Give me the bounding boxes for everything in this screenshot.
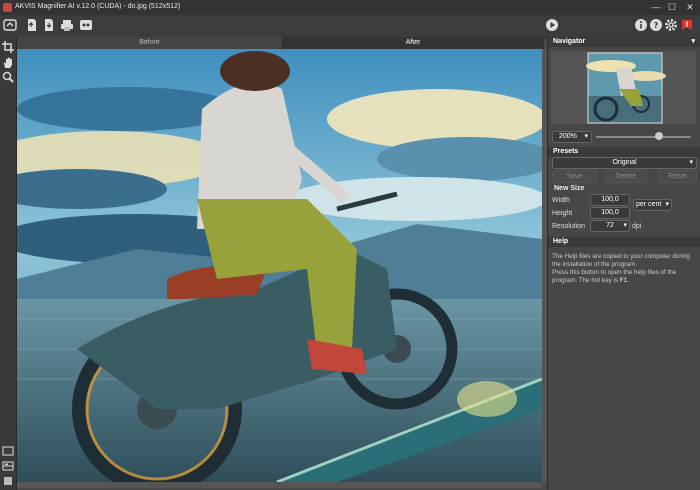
chevron-down-icon: ▾	[623, 222, 627, 229]
delete-preset-button[interactable]: Delete	[605, 170, 647, 183]
chevron-down-icon[interactable]: ▾	[686, 37, 695, 47]
preset-selected-value: Original	[612, 159, 637, 166]
size-unit-value: per cent	[636, 201, 662, 208]
help-line-3: Press this button to open the help files…	[552, 269, 677, 276]
navigator-thumbnail	[586, 52, 666, 124]
share-icon[interactable]	[79, 18, 93, 32]
gear-icon[interactable]	[664, 18, 678, 32]
zoom-slider-handle[interactable]	[655, 132, 663, 140]
presets-title: Presets	[553, 148, 579, 155]
width-input[interactable]: 100,0	[590, 194, 630, 206]
zoom-select[interactable]: 200% ▾	[552, 131, 592, 143]
title-bar: AKVIS Magnifier AI v.12.0 (CUDA) - do.jp…	[0, 0, 700, 15]
image-illustration	[17, 49, 542, 482]
crop-tool-icon[interactable]	[2, 41, 14, 53]
info-icon[interactable]	[634, 18, 648, 32]
print-icon[interactable]	[60, 18, 74, 32]
image-canvas[interactable]	[17, 49, 542, 482]
toolbar: ?	[0, 15, 700, 38]
width-label: Width	[552, 197, 570, 204]
navigator-header: Navigator ▾	[548, 37, 700, 47]
chevron-down-icon: ▾	[689, 159, 693, 166]
hand-tool-icon[interactable]	[2, 57, 14, 69]
zoom-tool-icon[interactable]	[2, 71, 14, 83]
size-unit-select[interactable]: per cent ▾	[633, 199, 672, 211]
presets-header: Presets	[548, 147, 700, 157]
home-icon[interactable]	[3, 18, 17, 32]
svg-text:?: ?	[654, 21, 659, 30]
tab-before[interactable]: Before	[17, 37, 283, 49]
maximize-button[interactable]: ☐	[666, 2, 678, 13]
play-icon[interactable]	[545, 18, 559, 32]
help-title: Help	[553, 238, 569, 245]
settings-panel: Navigator ▾ 200% ▾ Presets Original ▾ Sa…	[547, 37, 700, 490]
notification-icon[interactable]	[680, 18, 694, 32]
save-preset-button[interactable]: Save	[552, 170, 597, 183]
help-line-4: program. The hot key is F1.	[552, 277, 698, 285]
navigator-title: Navigator	[553, 38, 586, 45]
tools-panel	[0, 37, 17, 490]
height-input[interactable]: 100,0	[590, 207, 630, 219]
new-size-header: New Size	[554, 185, 585, 192]
open-file-icon[interactable]	[25, 18, 39, 32]
chevron-down-icon: ▾	[665, 201, 669, 208]
zoom-value: 200%	[559, 133, 577, 140]
resolution-label: Resolution	[552, 223, 586, 230]
navigator-preview[interactable]	[551, 51, 696, 124]
reset-preset-button[interactable]: Reset	[658, 170, 697, 183]
view-tabs: Before After	[17, 37, 544, 49]
resolution-value: 72	[606, 222, 614, 229]
save-file-icon[interactable]	[42, 18, 56, 32]
height-label: Height	[552, 210, 573, 217]
resolution-unit: dpi	[632, 223, 642, 230]
single-view-icon[interactable]	[2, 445, 14, 457]
minimize-button[interactable]: —	[650, 2, 662, 13]
window-title: AKVIS Magnifier AI v.12.0 (CUDA) - do.jp…	[15, 3, 181, 10]
compare-view-icon[interactable]	[2, 475, 14, 487]
app-logo-icon	[3, 3, 12, 12]
close-button[interactable]: ✕	[684, 2, 696, 13]
resolution-select[interactable]: 72 ▾	[590, 220, 630, 232]
help-header: Help	[548, 237, 700, 247]
help-line-4-text: program. The hot key is	[552, 277, 620, 284]
help-text: The Help files are copied to your comput…	[552, 253, 698, 285]
chevron-down-icon: ▾	[584, 133, 588, 140]
help-icon[interactable]: ?	[649, 18, 663, 32]
split-view-icon[interactable]	[2, 460, 14, 472]
help-line-1: The Help files are copied to your comput…	[552, 253, 690, 260]
preset-select[interactable]: Original ▾	[552, 157, 697, 169]
tab-after[interactable]: After	[282, 37, 544, 49]
horizontal-scrollbar[interactable]	[17, 482, 542, 488]
zoom-slider[interactable]	[596, 136, 691, 138]
help-line-4-end: .	[627, 277, 629, 284]
help-line-2: the installation of the program.	[552, 261, 637, 268]
